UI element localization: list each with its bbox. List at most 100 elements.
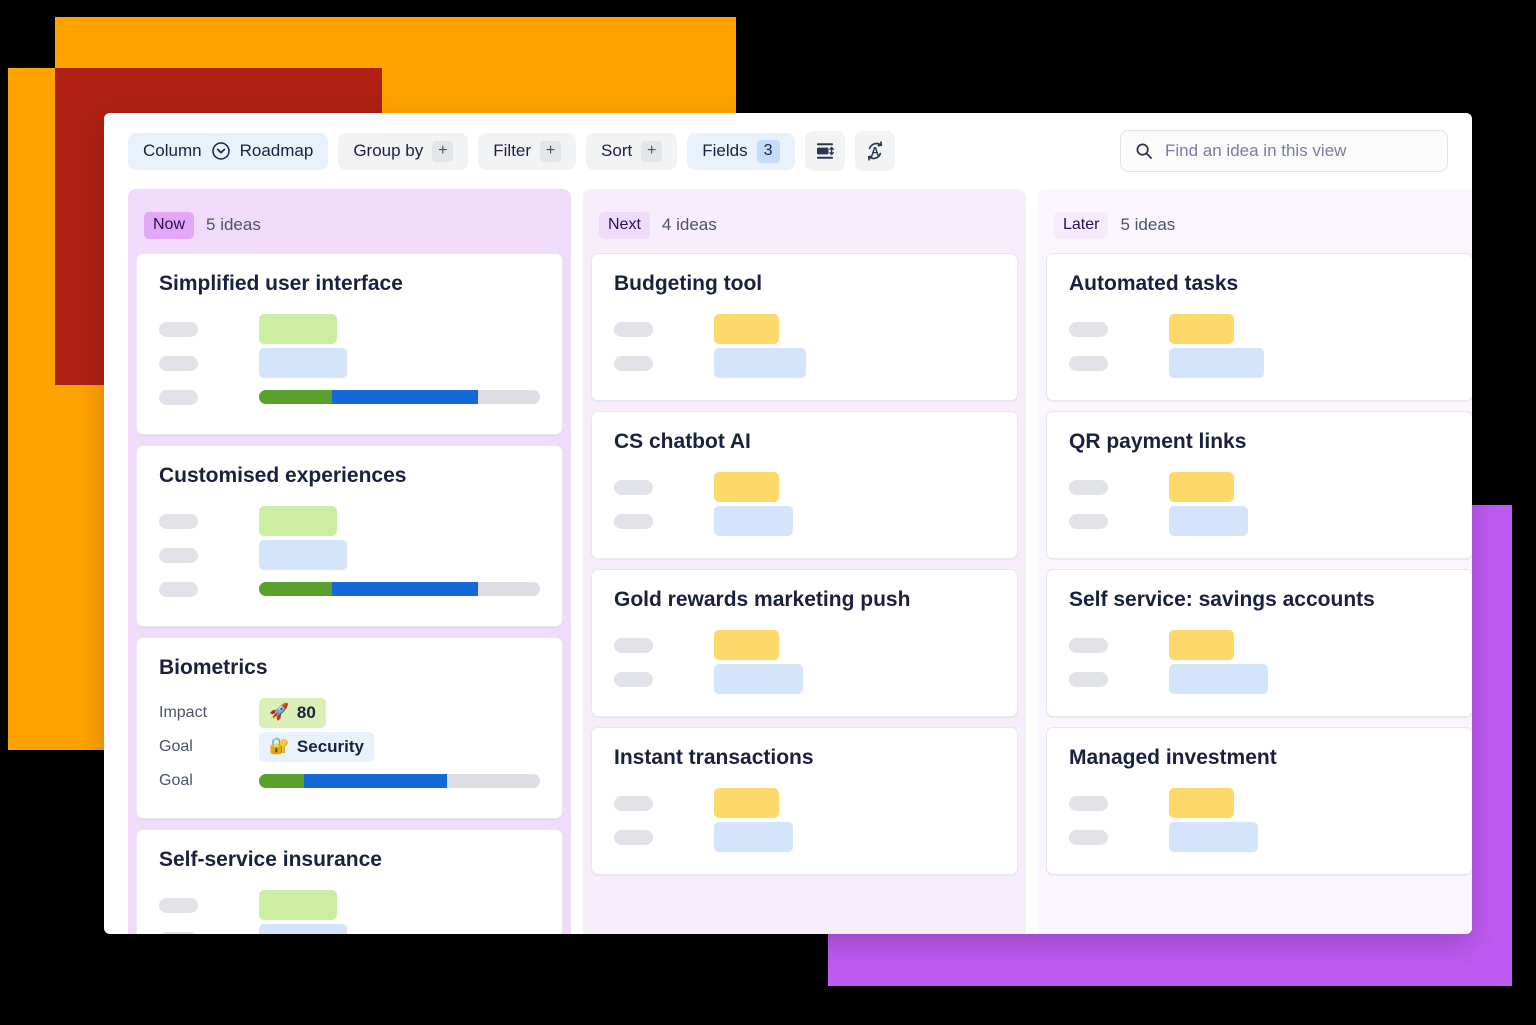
idea-card[interactable]: Simplified user interface xyxy=(136,253,563,435)
skeleton-label-bar xyxy=(614,321,653,337)
idea-field-value-placeholder[interactable] xyxy=(259,348,347,378)
idea-card[interactable]: Self service: savings accounts xyxy=(1046,569,1472,717)
idea-field-value-placeholder[interactable] xyxy=(1169,630,1234,660)
idea-field-value-placeholder[interactable] xyxy=(714,664,803,694)
idea-field-row xyxy=(159,888,540,922)
idea-field-label-placeholder xyxy=(1069,479,1169,495)
idea-field-value-placeholder[interactable] xyxy=(259,924,347,934)
idea-field-value-placeholder[interactable] xyxy=(714,788,779,818)
filter-add-icon[interactable]: + xyxy=(540,140,562,162)
idea-field-value-placeholder[interactable] xyxy=(714,472,779,502)
sort-add-icon[interactable]: + xyxy=(641,140,663,162)
row-height-button[interactable] xyxy=(804,131,845,171)
fields-count-badge: 3 xyxy=(756,139,780,163)
idea-field-value-chip[interactable]: 🔐 Security xyxy=(259,732,375,762)
idea-field-label: Impact xyxy=(159,704,208,721)
idea-field-label-placeholder xyxy=(159,931,259,934)
progress-segment-blue xyxy=(332,390,479,404)
idea-card[interactable]: Instant transactions xyxy=(591,727,1018,875)
filter-label: Filter xyxy=(493,141,532,160)
idea-card-title: Simplified user interface xyxy=(159,272,403,295)
idea-field-value-placeholder[interactable] xyxy=(1169,348,1264,378)
idea-field-label-placeholder xyxy=(1069,795,1169,811)
idea-field-value-placeholder[interactable] xyxy=(1169,822,1258,852)
idea-progress-bar[interactable] xyxy=(259,582,540,596)
idea-field-value-placeholder[interactable] xyxy=(714,506,793,536)
progress-segment-green xyxy=(259,774,304,788)
idea-field-label-placeholder xyxy=(159,513,259,529)
idea-field-value-placeholder[interactable] xyxy=(259,314,337,344)
idea-field-value-placeholder[interactable] xyxy=(714,314,779,344)
sort-chip[interactable]: Sort + xyxy=(586,132,678,170)
decorative-block-purple-bottom xyxy=(828,930,1512,986)
idea-progress-bar[interactable] xyxy=(259,774,540,788)
locked-with-key-icon: 🔐 xyxy=(269,738,289,755)
idea-field-value-placeholder[interactable] xyxy=(714,822,793,852)
idea-field-value-placeholder[interactable] xyxy=(714,348,806,378)
progress-segment-blue xyxy=(303,774,448,788)
idea-field-label-placeholder xyxy=(614,637,714,653)
idea-card[interactable]: Budgeting tool xyxy=(591,253,1018,401)
idea-field-value-placeholder[interactable] xyxy=(1169,664,1268,694)
idea-field-row: Impact 🚀 80 xyxy=(159,696,540,730)
column-name-pill[interactable]: Now xyxy=(144,211,195,239)
group-by-add-icon[interactable]: + xyxy=(432,140,454,162)
idea-field-row xyxy=(159,504,540,538)
progress-segment-green xyxy=(259,582,333,596)
idea-card[interactable]: Gold rewards marketing push xyxy=(591,569,1018,717)
skeleton-label-bar xyxy=(159,513,198,529)
idea-field-label-placeholder xyxy=(1069,637,1169,653)
column-selector-chip[interactable]: Column Roadmap xyxy=(128,132,329,170)
column-header: Later 5 ideas xyxy=(1046,197,1472,253)
fields-chip[interactable]: Fields 3 xyxy=(687,132,795,170)
idea-field-row xyxy=(159,380,540,414)
idea-field-value-placeholder[interactable] xyxy=(1169,314,1234,344)
idea-field-row xyxy=(159,346,540,380)
board-column-now: Now 5 ideas Simplified user interface Custo… xyxy=(128,189,571,934)
idea-field-row xyxy=(614,470,995,504)
idea-field-value-placeholder[interactable] xyxy=(259,540,347,570)
idea-field-row xyxy=(614,628,995,662)
idea-field-row xyxy=(159,572,540,606)
column-idea-count: 5 ideas xyxy=(206,215,261,234)
search-input[interactable]: Find an idea in this view xyxy=(1120,130,1448,172)
idea-field-row: Goal 🔐 Security xyxy=(159,730,540,764)
idea-field-value-placeholder[interactable] xyxy=(1169,506,1248,536)
idea-card[interactable]: Customised experiences xyxy=(136,445,563,627)
skeleton-label-bar xyxy=(159,355,198,371)
idea-card-title: Self-service insurance xyxy=(159,848,382,871)
skeleton-label-bar xyxy=(614,355,653,371)
idea-card[interactable]: CS chatbot AI xyxy=(591,411,1018,559)
idea-field-label-placeholder xyxy=(159,581,259,597)
idea-field-value-placeholder[interactable] xyxy=(714,630,779,660)
idea-field-value-placeholder[interactable] xyxy=(259,890,337,920)
idea-card[interactable]: QR payment links xyxy=(1046,411,1472,559)
idea-progress-bar[interactable] xyxy=(259,390,540,404)
idea-field-label-placeholder xyxy=(614,671,714,687)
column-name-pill[interactable]: Next xyxy=(599,211,650,239)
idea-field-value-chip[interactable]: 🚀 80 xyxy=(259,698,326,728)
idea-field-row xyxy=(614,312,995,346)
idea-card[interactable]: Automated tasks xyxy=(1046,253,1472,401)
column-name-pill[interactable]: Later xyxy=(1054,211,1109,239)
auto-translate-icon: A xyxy=(863,139,887,163)
idea-field-value-placeholder[interactable] xyxy=(1169,472,1234,502)
idea-card[interactable]: Self-service insurance xyxy=(136,829,563,934)
auto-translate-button[interactable]: A xyxy=(854,131,895,171)
idea-field-row xyxy=(1069,470,1450,504)
group-by-chip[interactable]: Group by + xyxy=(338,132,469,170)
skeleton-label-bar xyxy=(1069,795,1108,811)
idea-field-row xyxy=(614,820,995,854)
idea-field-row xyxy=(614,346,995,380)
idea-card[interactable]: Managed investment xyxy=(1046,727,1472,875)
column-selector-value: Roadmap xyxy=(239,141,314,160)
idea-field-row xyxy=(614,662,995,696)
idea-card-title: Biometrics xyxy=(159,656,268,679)
idea-card[interactable]: Biometrics Impact 🚀 80 Goal 🔐 Security Goal xyxy=(136,637,563,819)
idea-field-value-placeholder[interactable] xyxy=(1169,788,1234,818)
idea-field-label-placeholder xyxy=(614,829,714,845)
filter-chip[interactable]: Filter + xyxy=(478,132,577,170)
skeleton-label-bar xyxy=(159,389,198,405)
skeleton-label-bar xyxy=(1069,513,1108,529)
idea-field-value-placeholder[interactable] xyxy=(259,506,337,536)
